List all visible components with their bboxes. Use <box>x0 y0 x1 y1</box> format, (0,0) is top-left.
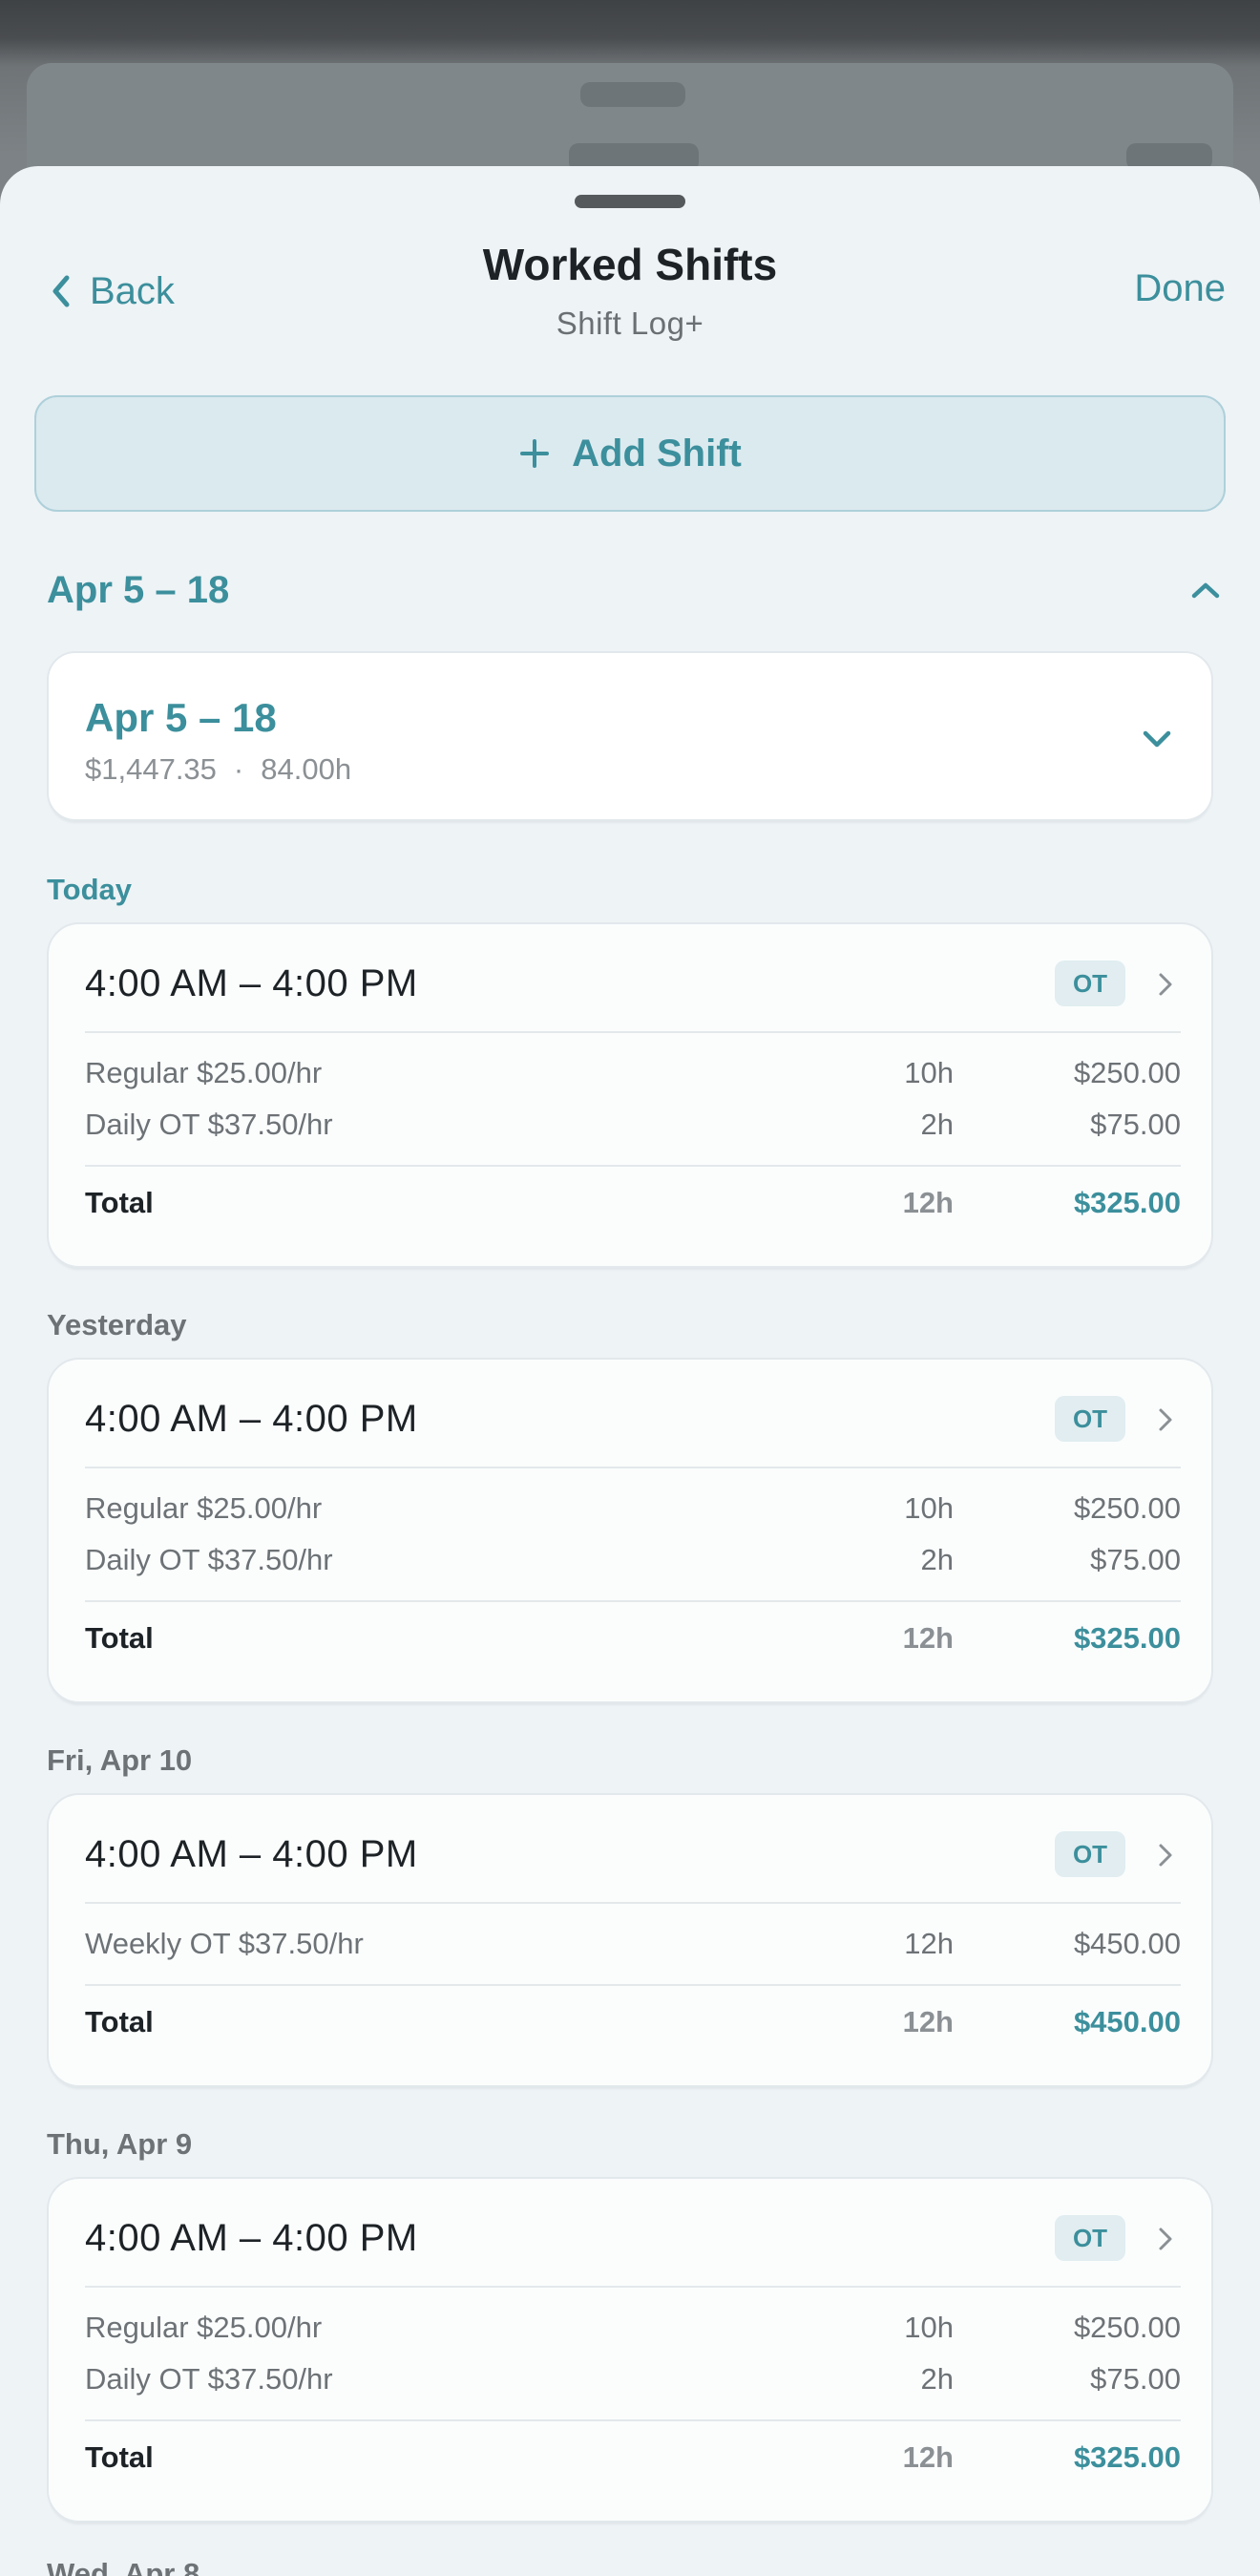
divider <box>85 2419 1181 2421</box>
pay-line-desc: Weekly OT $37.50/hr <box>85 1927 364 1960</box>
pay-line-amount: $75.00 <box>1090 1543 1181 1576</box>
pay-line-hours: 12h <box>904 1927 954 1960</box>
ot-badge: OT <box>1055 1831 1125 1877</box>
plus-icon <box>520 439 550 468</box>
background-blur-text <box>580 82 685 107</box>
pay-line-hours: 2h <box>920 1108 954 1141</box>
divider <box>85 1467 1181 1468</box>
total-label: Total <box>85 2440 154 2474</box>
divider <box>85 2286 1181 2288</box>
period-summary-meta: $1,447.35 · 84.00h <box>85 752 351 787</box>
pay-line: Weekly OT $37.50/hr 12h $450.00 <box>85 1927 1181 1969</box>
shift-time: 4:00 AM – 4:00 PM <box>85 962 418 1004</box>
shift-time: 4:00 AM – 4:00 PM <box>85 2217 418 2259</box>
page-title: Worked Shifts <box>482 240 778 289</box>
chevron-right-icon <box>1159 1844 1172 1867</box>
total-line: Total 12h $450.00 <box>85 2005 1181 2047</box>
total-hours: 12h <box>902 1621 954 1655</box>
pay-line-desc: Daily OT $37.50/hr <box>85 1108 333 1141</box>
pay-line-hours: 10h <box>904 1056 954 1089</box>
pay-line-amount: $250.00 <box>1073 2311 1181 2344</box>
pay-line: Regular $25.00/hr 10h $250.00 <box>85 1056 1181 1098</box>
pay-line-amount: $75.00 <box>1090 1108 1181 1141</box>
shift-card[interactable]: 4:00 AM – 4:00 PM OT Regular $25.00/hr 1… <box>47 2177 1213 2523</box>
chevron-down-icon[interactable] <box>1143 729 1171 749</box>
divider <box>85 1902 1181 1904</box>
day-label-yesterday: Yesterday <box>47 1308 187 1341</box>
ot-badge: OT <box>1055 961 1125 1006</box>
chevron-up-icon[interactable] <box>1190 581 1221 600</box>
pay-line: Regular $25.00/hr 10h $250.00 <box>85 2311 1181 2353</box>
day-label-today: Today <box>47 873 132 906</box>
pay-line-hours: 10h <box>904 2311 954 2344</box>
chevron-right-icon <box>1159 1408 1172 1431</box>
total-hours: 12h <box>902 1186 954 1219</box>
pay-line-desc: Daily OT $37.50/hr <box>85 2362 333 2396</box>
pay-period-header[interactable]: Apr 5 – 18 <box>47 561 1221 619</box>
total-label: Total <box>85 1621 154 1655</box>
total-amount: $325.00 <box>1073 2440 1181 2474</box>
pay-line-amount: $250.00 <box>1073 1491 1181 1525</box>
worked-shifts-sheet: Back Worked Shifts Shift Log+ Done Add S… <box>0 166 1260 2576</box>
period-summary-title: Apr 5 – 18 <box>85 695 277 740</box>
period-hours: 84.00h <box>261 752 352 786</box>
total-amount: $325.00 <box>1073 1186 1181 1219</box>
chevron-right-icon <box>1159 973 1172 996</box>
total-line: Total 12h $325.00 <box>85 2440 1181 2482</box>
pay-line-desc: Regular $25.00/hr <box>85 1056 323 1089</box>
shift-time: 4:00 AM – 4:00 PM <box>85 1398 418 1440</box>
pay-line-hours: 10h <box>904 1491 954 1525</box>
sheet-grabber[interactable] <box>575 195 685 208</box>
divider <box>85 1165 1181 1167</box>
done-button[interactable]: Done <box>1134 267 1226 310</box>
pay-line: Daily OT $37.50/hr 2h $75.00 <box>85 2362 1181 2404</box>
total-line: Total 12h $325.00 <box>85 1186 1181 1228</box>
page-subtitle: Shift Log+ <box>556 306 704 341</box>
total-label: Total <box>85 1186 154 1219</box>
shift-card[interactable]: 4:00 AM – 4:00 PM OT Weekly OT $37.50/hr… <box>47 1793 1213 2087</box>
total-label: Total <box>85 2005 154 2038</box>
day-label-fri-apr-10: Fri, Apr 10 <box>47 1743 193 1777</box>
period-summary-card[interactable]: Apr 5 – 18 $1,447.35 · 84.00h <box>47 651 1213 821</box>
pay-line-amount: $450.00 <box>1073 1927 1181 1960</box>
total-amount: $450.00 <box>1073 2005 1181 2038</box>
pay-line: Daily OT $37.50/hr 2h $75.00 <box>85 1543 1181 1585</box>
pay-line-amount: $250.00 <box>1073 1056 1181 1089</box>
period-earnings: $1,447.35 <box>85 752 217 786</box>
day-label-thu-apr-9: Thu, Apr 9 <box>47 2127 193 2161</box>
day-label-wed-apr-8: Wed, Apr 8 <box>47 2557 200 2576</box>
add-shift-label: Add Shift <box>572 432 742 475</box>
pay-period-label: Apr 5 – 18 <box>47 568 230 611</box>
ot-badge: OT <box>1055 1396 1125 1442</box>
meta-separator: · <box>233 752 244 786</box>
shift-card[interactable]: 4:00 AM – 4:00 PM OT Regular $25.00/hr 1… <box>47 1358 1213 1703</box>
divider <box>85 1600 1181 1602</box>
pay-line-amount: $75.00 <box>1090 2362 1181 2396</box>
ot-badge: OT <box>1055 2215 1125 2261</box>
shift-time: 4:00 AM – 4:00 PM <box>85 1833 418 1875</box>
chevron-right-icon <box>1159 2228 1172 2250</box>
pay-line: Regular $25.00/hr 10h $250.00 <box>85 1491 1181 1533</box>
shift-card[interactable]: 4:00 AM – 4:00 PM OT Regular $25.00/hr 1… <box>47 922 1213 1268</box>
pay-line-hours: 2h <box>920 2362 954 2396</box>
total-hours: 12h <box>902 2005 954 2038</box>
total-hours: 12h <box>902 2440 954 2474</box>
pay-line-desc: Daily OT $37.50/hr <box>85 1543 333 1576</box>
pay-line-desc: Regular $25.00/hr <box>85 2311 323 2344</box>
divider <box>85 1031 1181 1033</box>
total-line: Total 12h $325.00 <box>85 1621 1181 1663</box>
divider <box>85 1984 1181 1986</box>
pay-line-desc: Regular $25.00/hr <box>85 1491 323 1525</box>
total-amount: $325.00 <box>1073 1621 1181 1655</box>
add-shift-button[interactable]: Add Shift <box>34 395 1226 512</box>
pay-line-hours: 2h <box>920 1543 954 1576</box>
pay-line: Daily OT $37.50/hr 2h $75.00 <box>85 1108 1181 1150</box>
